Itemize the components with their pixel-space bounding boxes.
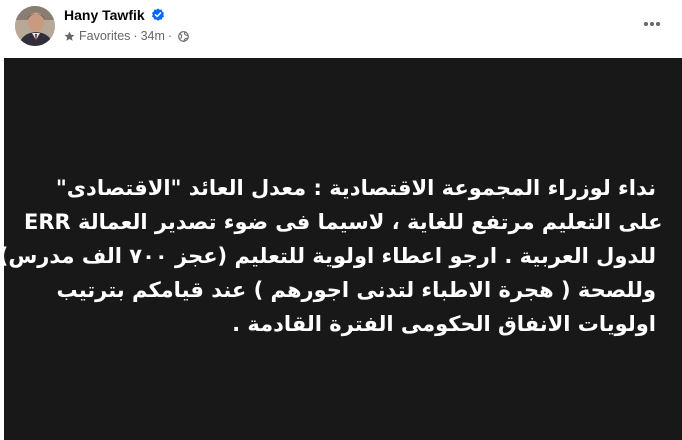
globe-icon[interactable] xyxy=(178,30,189,42)
facebook-post: Hany Tawfik Favorites · 34m · نداء لوزرا… xyxy=(0,0,682,440)
post-header: Hany Tawfik Favorites · 34m · xyxy=(0,0,682,58)
audience-label[interactable]: Favorites xyxy=(79,29,130,43)
avatar-image xyxy=(15,6,55,46)
author-avatar[interactable] xyxy=(15,6,55,46)
post-timestamp[interactable]: 34m xyxy=(141,29,165,43)
author-name[interactable]: Hany Tawfik xyxy=(64,7,145,23)
post-text-line: اولويات الانفاق الحكومى الفترة القادمة . xyxy=(232,312,656,336)
post-text-background[interactable]: نداء لوزراء المجموعة الاقتصادية : معدل ا… xyxy=(0,58,682,440)
verified-badge-icon xyxy=(152,8,164,21)
meta-separator: · xyxy=(133,29,138,43)
meta-separator: · xyxy=(167,29,173,43)
post-meta: Favorites · 34m · xyxy=(64,28,189,44)
more-horizontal-icon xyxy=(644,22,660,26)
post-text-line: وللصحة ( هجرة الاطباء لتدنى اجورهم ) عند… xyxy=(56,278,656,302)
post-text-line: للدول العربية . ارجو اعطاء اولوية للتعلي… xyxy=(0,244,656,268)
post-text: نداء لوزراء المجموعة الاقتصادية : معدل ا… xyxy=(0,171,663,341)
post-options-button[interactable] xyxy=(636,10,668,38)
post-text-line: ERR على التعليم مرتفع للغاية ، لاسيما فى… xyxy=(24,210,663,234)
post-text-line: نداء لوزراء المجموعة الاقتصادية : معدل ا… xyxy=(55,176,656,200)
star-icon xyxy=(64,31,75,41)
